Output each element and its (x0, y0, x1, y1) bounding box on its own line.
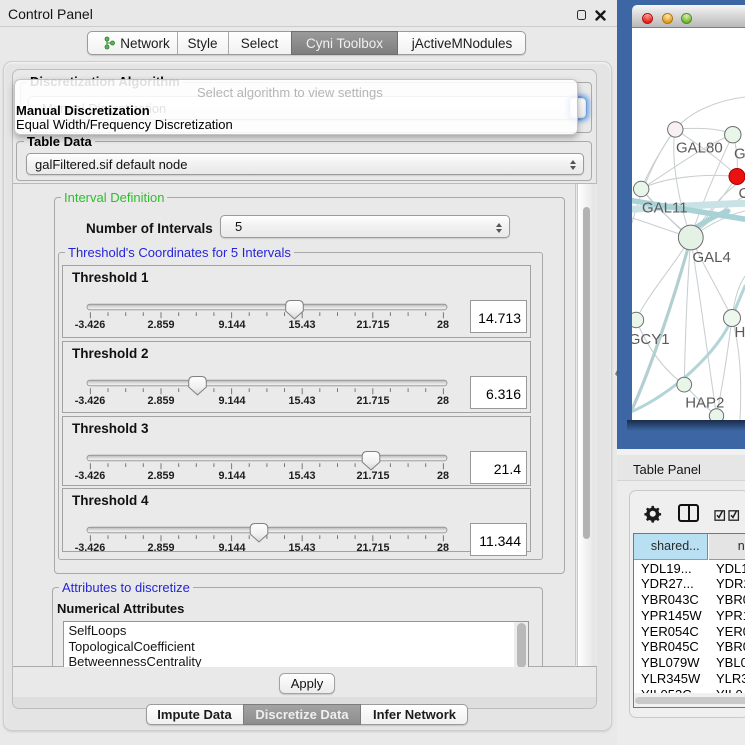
svg-text:GCY1: GCY1 (632, 331, 670, 348)
svg-text:GAL80: GAL80 (676, 140, 723, 157)
svg-text:GAL4: GAL4 (693, 249, 731, 266)
svg-text:C: C (739, 185, 745, 202)
svg-text:HAP2: HAP2 (685, 395, 724, 412)
svg-text:GA: GA (734, 146, 745, 163)
svg-text:GAL11: GAL11 (642, 200, 688, 217)
svg-text:H: H (735, 324, 745, 341)
